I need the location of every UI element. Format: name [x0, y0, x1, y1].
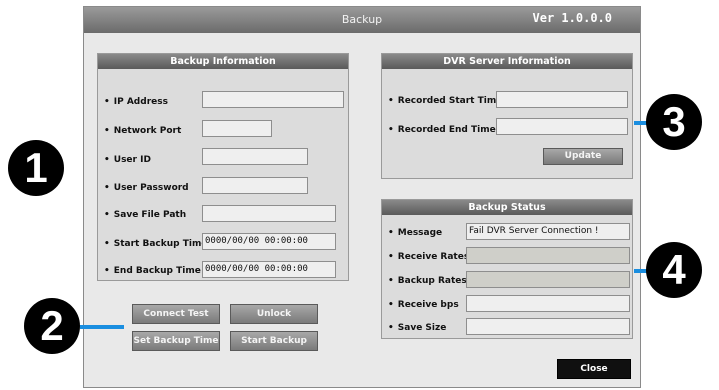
start-backup-button[interactable]: Start Backup [230, 331, 318, 351]
dvr-server-information-panel: DVR Server Information Recorded Start Ti… [381, 53, 633, 179]
save-size-field [466, 318, 630, 335]
backup-window: Backup Ver 1.0.0.0 Backup Information IP… [83, 6, 641, 388]
ip-address-label: IP Address [104, 97, 168, 107]
user-password-label: User Password [104, 183, 189, 193]
backup-information-panel: Backup Information IP Address Network Po… [97, 53, 349, 281]
end-backup-time-field[interactable]: 0000/00/00 00:00:00 [202, 261, 336, 278]
callout-connector-2 [80, 325, 124, 329]
dvr-server-information-heading: DVR Server Information [382, 54, 632, 69]
start-backup-time-label: Start Backup Time [104, 239, 208, 249]
ip-address-field[interactable] [202, 91, 344, 108]
version-label: Ver 1.0.0.0 [532, 11, 612, 25]
message-label: Message [388, 228, 442, 238]
callout-1: 1 [8, 140, 64, 196]
start-backup-time-field[interactable]: 0000/00/00 00:00:00 [202, 233, 336, 250]
connect-test-button[interactable]: Connect Test [132, 304, 220, 324]
backup-rates-label: Backup Rates [388, 276, 467, 286]
receive-rates-label: Receive Rates [388, 252, 469, 262]
receive-bps-field [466, 295, 630, 312]
recorded-start-time-field[interactable] [496, 91, 628, 108]
save-size-label: Save Size [388, 323, 447, 333]
receive-rates-bar [466, 247, 630, 264]
save-file-path-label: Save File Path [104, 210, 186, 220]
backup-status-panel: Backup Status Message Fail DVR Server Co… [381, 199, 633, 339]
update-button[interactable]: Update [543, 148, 623, 165]
network-port-field[interactable] [202, 120, 272, 137]
set-backup-time-button[interactable]: Set Backup Time [132, 331, 220, 351]
recorded-end-time-field[interactable] [496, 118, 628, 135]
callout-2: 2 [24, 298, 80, 354]
unlock-button[interactable]: Unlock [230, 304, 318, 324]
save-file-path-field[interactable] [202, 205, 336, 222]
user-id-label: User ID [104, 155, 151, 165]
user-id-field[interactable] [202, 148, 308, 165]
backup-information-heading: Backup Information [98, 54, 348, 69]
recorded-end-time-label: Recorded End Time [388, 125, 496, 135]
backup-status-heading: Backup Status [382, 200, 632, 215]
backup-rates-bar [466, 271, 630, 288]
receive-bps-label: Receive bps [388, 300, 459, 310]
title-bar: Backup Ver 1.0.0.0 [84, 7, 640, 33]
message-field: Fail DVR Server Connection ! [466, 223, 630, 240]
callout-4: 4 [646, 242, 702, 298]
recorded-start-time-label: Recorded Start Time [388, 96, 503, 106]
close-button[interactable]: Close [557, 359, 631, 379]
end-backup-time-label: End Backup Time [104, 266, 201, 276]
user-password-field[interactable] [202, 177, 308, 194]
callout-3: 3 [646, 94, 702, 150]
network-port-label: Network Port [104, 126, 182, 136]
